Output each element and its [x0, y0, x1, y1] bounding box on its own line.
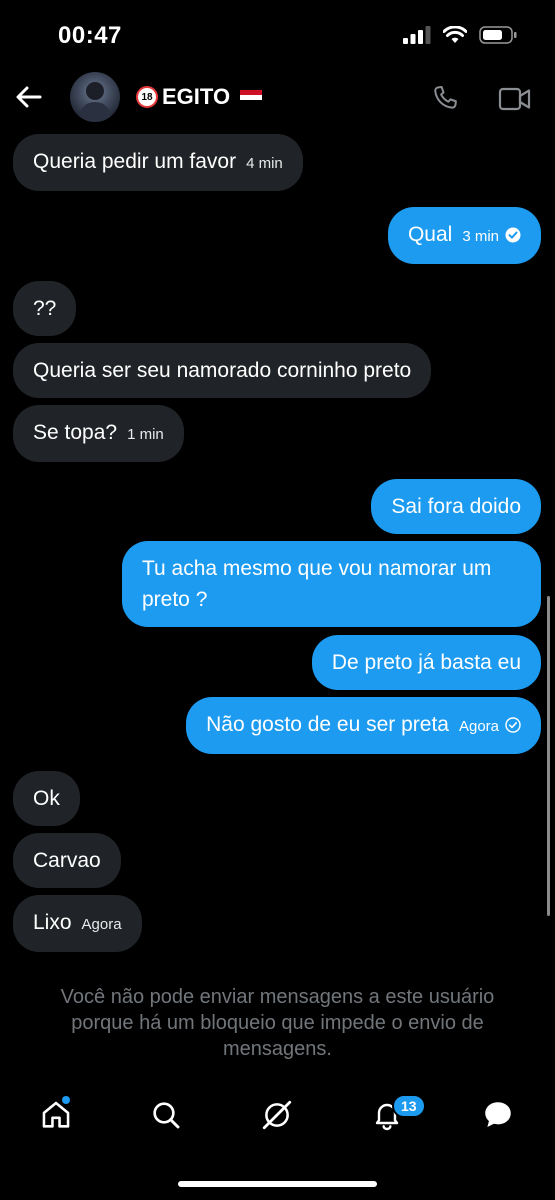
tab-messages[interactable]	[480, 1097, 516, 1133]
phone-icon[interactable]	[430, 83, 460, 118]
sent-check-icon	[505, 717, 521, 734]
message-timestamp: Agora	[81, 916, 122, 933]
home-unread-dot	[62, 1096, 70, 1104]
message-text: Se topa?	[33, 421, 118, 444]
message-outgoing[interactable]: Sai fora doido	[371, 479, 541, 534]
avatar[interactable]	[70, 72, 120, 122]
message-outgoing[interactable]: Não gosto de eu ser preta Agora	[186, 697, 541, 754]
notifications-badge: 13	[392, 1094, 426, 1118]
read-check-icon	[505, 227, 521, 243]
tab-grok[interactable]	[259, 1097, 295, 1133]
message-timestamp: 4 min	[246, 155, 283, 172]
message-text: Carvao	[33, 849, 101, 872]
contact-name[interactable]: 18 EGITO	[136, 84, 263, 110]
message-text: Não gosto de eu ser preta	[206, 713, 449, 736]
blocked-notice: Você não pode enviar mensagens a este us…	[60, 986, 495, 1060]
message-incoming[interactable]: Lixo Agora	[13, 895, 142, 952]
search-icon	[153, 1102, 180, 1129]
contact-name-label: EGITO	[162, 84, 231, 109]
message-text: Lixo	[33, 911, 72, 934]
message-text: Queria ser seu namorado corninho preto	[33, 359, 412, 382]
message-timestamp: Agora	[458, 718, 499, 735]
message-timestamp: 3 min	[462, 228, 499, 245]
back-arrow-icon[interactable]	[14, 82, 44, 112]
scrollbar[interactable]	[547, 596, 550, 916]
message-text: Queria pedir um favor	[33, 150, 237, 173]
message-incoming[interactable]: Ok	[13, 771, 80, 826]
message-outgoing[interactable]: De preto já basta eu	[311, 635, 541, 690]
message-incoming[interactable]: Se topa? 1 min	[13, 405, 184, 462]
message-timestamp: 1 min	[127, 426, 164, 443]
message-incoming[interactable]: Carvao	[13, 833, 121, 888]
message-incoming[interactable]: Queria pedir um favor 4 min	[13, 134, 303, 191]
message-text: ??	[33, 297, 57, 320]
grok-icon	[262, 1100, 292, 1130]
message-text: Ok	[33, 787, 60, 810]
signal-icon	[403, 26, 431, 44]
messages-icon	[485, 1102, 511, 1128]
wifi-icon	[443, 26, 467, 43]
message-text: De preto já basta eu	[331, 651, 521, 674]
message-outgoing[interactable]: Tu acha mesmo que vou namorar um preto ?	[122, 541, 541, 627]
egypt-flag-icon	[240, 89, 263, 105]
home-indicator[interactable]	[178, 1181, 377, 1187]
age-restriction-icon: 18	[136, 86, 158, 108]
message-incoming[interactable]: ??	[13, 281, 77, 336]
message-outgoing[interactable]: Qual 3 min	[387, 207, 541, 264]
tab-search[interactable]	[148, 1097, 184, 1133]
message-incoming[interactable]: Queria ser seu namorado corninho preto	[13, 343, 432, 398]
battery-icon	[479, 26, 517, 44]
video-call-icon[interactable]	[498, 86, 532, 117]
status-time: 00:47	[58, 22, 122, 49]
message-text: Sai fora doido	[391, 495, 521, 518]
message-text: Tu acha mesmo que vou namorar um preto ?	[142, 557, 492, 611]
message-text: Qual	[407, 223, 453, 246]
status-icons	[403, 26, 517, 44]
